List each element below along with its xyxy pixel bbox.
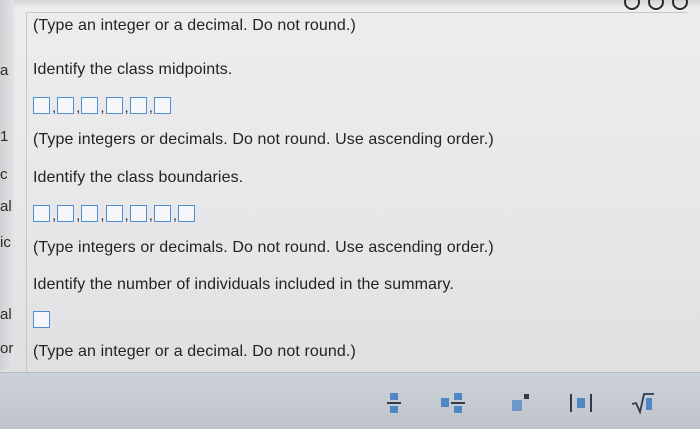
midpoints-answer-group: ,,,,, — [33, 97, 171, 116]
absolute-value-icon[interactable] — [568, 391, 594, 415]
edge-fragment: a — [0, 62, 9, 79]
edge-fragment: or — [0, 340, 14, 357]
boundary-input-box[interactable] — [105, 205, 123, 222]
comma-separator: , — [52, 99, 57, 116]
edge-fragment: al — [0, 198, 12, 215]
boundaries-answer-group: ,,,,,, — [33, 205, 196, 224]
midpoint-input-box[interactable] — [81, 97, 99, 114]
circle-icon — [672, 0, 688, 10]
boundary-input-box[interactable] — [178, 205, 196, 222]
top-edge — [0, 0, 700, 8]
individuals-input-box[interactable] — [33, 311, 50, 328]
comma-separator: , — [52, 207, 57, 224]
boundary-input-box[interactable] — [33, 205, 50, 222]
boundary-input-box[interactable] — [153, 205, 171, 222]
top-icons — [624, 0, 688, 10]
comma-separator: , — [100, 207, 105, 224]
boundary-input-box[interactable] — [129, 205, 147, 222]
edge-fragment: al — [0, 306, 12, 323]
question-content: (Type an integer or a decimal. Do not ro… — [26, 12, 687, 373]
boundaries-prompt: Identify the class boundaries. — [33, 169, 244, 186]
exponent-icon[interactable] — [508, 391, 532, 415]
mixed-number-icon[interactable] — [440, 391, 466, 415]
edge-fragment: c — [0, 166, 8, 183]
boundary-input-box[interactable] — [57, 205, 75, 222]
boundaries-instruction: (Type integers or decimals. Do not round… — [33, 239, 494, 256]
midpoint-input-box[interactable] — [33, 97, 50, 114]
comma-separator: , — [124, 207, 129, 224]
individuals-answer-group — [33, 311, 50, 328]
individuals-prompt: Identify the number of individuals inclu… — [33, 276, 454, 293]
comma-separator: , — [76, 99, 81, 116]
comma-separator: , — [124, 99, 129, 116]
comma-separator: , — [148, 99, 153, 116]
edge-fragment: ic — [0, 234, 11, 251]
midpoints-prompt: Identify the class midpoints. — [33, 61, 233, 78]
comma-separator: , — [76, 207, 81, 224]
math-toolbar — [0, 372, 700, 429]
circle-icon — [648, 0, 664, 10]
top-instruction: (Type an integer or a decimal. Do not ro… — [33, 17, 356, 34]
edge-fragment: 1 — [0, 128, 9, 145]
boundary-input-box[interactable] — [81, 205, 99, 222]
circle-icon — [624, 0, 640, 10]
comma-separator: , — [100, 99, 105, 116]
individuals-instruction: (Type an integer or a decimal. Do not ro… — [33, 343, 356, 360]
midpoint-input-box[interactable] — [105, 97, 123, 114]
midpoint-input-box[interactable] — [153, 97, 171, 114]
midpoints-instruction: (Type integers or decimals. Do not round… — [33, 131, 494, 148]
midpoint-input-box[interactable] — [57, 97, 75, 114]
square-root-icon[interactable] — [630, 391, 656, 415]
comma-separator: , — [172, 207, 178, 224]
fraction-icon[interactable] — [382, 391, 406, 415]
question-page: a 1 c al ic al or (Type an integer or a … — [0, 0, 700, 429]
midpoint-input-box[interactable] — [129, 97, 147, 114]
comma-separator: , — [148, 207, 153, 224]
